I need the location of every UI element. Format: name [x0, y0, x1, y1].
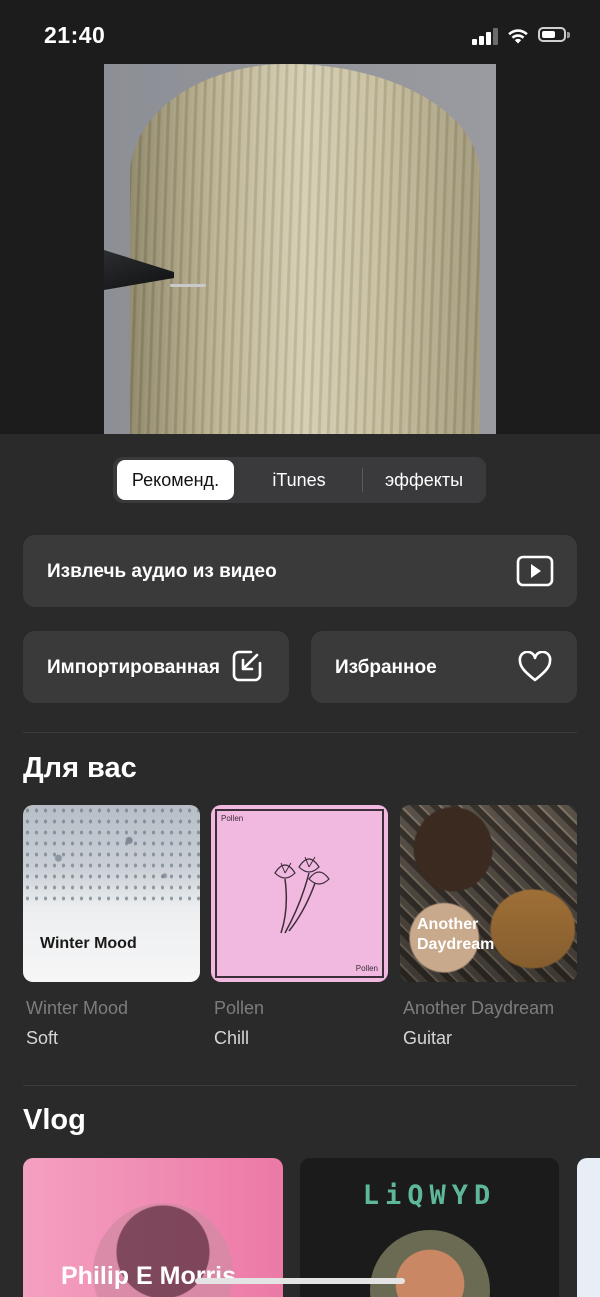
- playlist-name: Winter Mood: [26, 998, 129, 1018]
- vlog-card-logo: LiQWYD: [362, 1180, 497, 1211]
- cellular-signal-icon: [472, 28, 500, 45]
- cover-title-small: Pollen: [355, 964, 378, 973]
- music-picker-screen: 21:40 Рекоменд. iTunes эффекты Извлечь а…: [0, 0, 600, 1297]
- section-divider: [23, 732, 577, 733]
- import-arrow-icon: [232, 650, 262, 682]
- playlist-cover: Winter Mood: [23, 805, 200, 982]
- playlist-cover: Another Daydream: [400, 805, 577, 982]
- favorites-label: Избранное: [335, 657, 437, 678]
- video-preview-area: 21:40: [0, 0, 600, 434]
- heart-icon: [518, 651, 552, 682]
- tab-divider: [362, 468, 363, 492]
- hair-image: [130, 64, 480, 434]
- play-rectangle-icon: [516, 555, 554, 587]
- battery-icon: [538, 27, 570, 42]
- playlist-genre: Chill: [214, 1028, 250, 1048]
- playlist-cover: Pollen Pollen: [211, 805, 388, 982]
- status-bar: 21:40: [0, 0, 600, 64]
- playlist-name: Another Daydream: [403, 998, 555, 1018]
- vlog-card-liqwyd[interactable]: LiQWYD: [300, 1158, 559, 1297]
- vlog-title: Vlog: [23, 1104, 86, 1136]
- playlist-genre: Guitar: [403, 1028, 453, 1048]
- playlist-card-winter-mood[interactable]: Winter Mood Winter Mood Soft: [23, 805, 200, 1048]
- favorites-button[interactable]: Избранное: [311, 631, 577, 703]
- cover-title: Another Daydream: [417, 916, 495, 953]
- section-divider: [23, 1085, 577, 1086]
- status-time: 21:40: [44, 22, 106, 48]
- cover-title: Pollen: [221, 814, 244, 823]
- vlog-card-philip-e-morris[interactable]: Philip E Morris: [23, 1158, 283, 1297]
- playlist-genre: Soft: [26, 1028, 59, 1048]
- flower-illustration: [274, 856, 330, 934]
- artist-photo: [370, 1230, 490, 1297]
- vlog-card-partial[interactable]: [577, 1158, 600, 1297]
- tab-itunes[interactable]: iTunes: [239, 460, 359, 500]
- vlog-card-title: Philip E Morris: [61, 1262, 237, 1290]
- wifi-icon: [508, 29, 528, 44]
- for-you-title: Для вас: [23, 752, 137, 784]
- imported-music-button[interactable]: Импортированная: [23, 631, 289, 703]
- tab-effects[interactable]: эффекты: [365, 460, 483, 500]
- tab-recommended[interactable]: Рекоменд.: [117, 460, 234, 500]
- video-frame: [104, 64, 496, 434]
- playlist-name: Pollen: [214, 998, 265, 1018]
- music-source-tabs: Рекоменд. iTunes эффекты: [113, 457, 486, 503]
- cover-title: Winter Mood: [40, 935, 137, 952]
- playlist-card-pollen[interactable]: Pollen Pollen Pollen Chill: [211, 805, 388, 1048]
- extract-audio-label: Извлечь аудио из видео: [47, 561, 277, 582]
- imported-label: Импортированная: [47, 657, 220, 678]
- home-indicator[interactable]: [195, 1278, 405, 1284]
- playlist-card-another-daydream[interactable]: Another Daydream Another Daydream Guitar: [400, 805, 577, 1048]
- extract-audio-button[interactable]: Извлечь аудио из видео: [23, 535, 577, 607]
